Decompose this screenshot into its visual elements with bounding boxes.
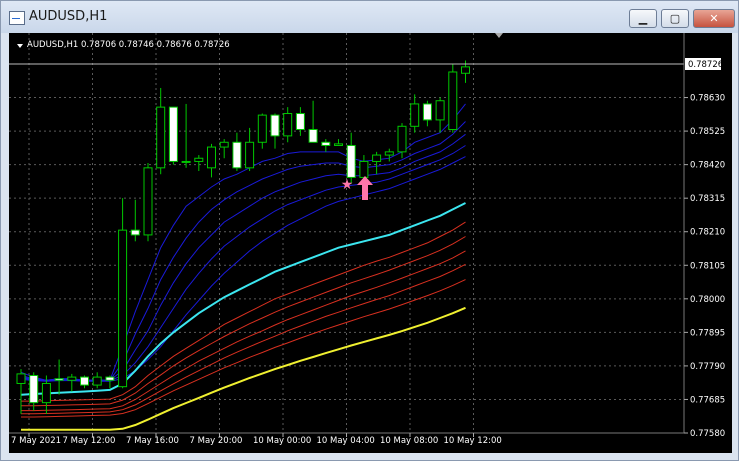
candle-bull — [283, 113, 293, 137]
candle-bull — [194, 157, 204, 162]
candle-bull — [410, 103, 420, 127]
candle-bear — [232, 141, 242, 169]
symbol-dropdown-icon[interactable] — [17, 44, 23, 48]
candle-bull — [384, 151, 394, 156]
candle-bull — [257, 114, 267, 143]
candle-bull — [118, 229, 128, 388]
symbol-info: AUDUSD,H1 0.78706 0.78746 0.78676 0.7872… — [27, 40, 230, 50]
signal-star-icon: ★ — [341, 177, 354, 193]
candle-bear — [54, 378, 64, 381]
time-tick-label: 10 May 12:00 — [444, 436, 502, 446]
ma-line-red — [21, 221, 466, 402]
candle-bear — [80, 376, 89, 386]
ma-line-red — [21, 279, 466, 418]
candle-bear — [422, 103, 432, 121]
chart-window: AUDUSD,H1 ▁ ▢ ✕ AUDUSD,H1 0.78706 0.7874… — [0, 0, 739, 461]
candle-bear — [29, 374, 39, 404]
chart-shift-marker[interactable] — [495, 33, 503, 38]
candle-bull — [245, 141, 255, 169]
price-tick-label: 0.77580 — [690, 429, 725, 439]
price-tick-label: 0.77895 — [690, 328, 725, 338]
candles — [16, 60, 470, 414]
candle-bear — [321, 141, 331, 146]
maximize-button[interactable]: ▢ — [661, 9, 689, 28]
chart-canvas[interactable]: AUDUSD,H1 0.78706 0.78746 0.78676 0.7872… — [9, 33, 732, 453]
candle-bear — [295, 113, 305, 130]
candle-bull — [448, 71, 458, 130]
candle-bull — [207, 146, 216, 169]
candle-bull — [334, 143, 343, 146]
candle-bull — [16, 373, 26, 384]
current-price-label: 0.78726 — [688, 60, 723, 70]
candle-bull — [359, 160, 369, 178]
candle-bear — [346, 144, 356, 178]
ma-line-blue — [20, 121, 466, 381]
chart-window-icon — [9, 11, 25, 25]
time-tick-label: 10 May 00:00 — [253, 436, 311, 446]
candle-bear — [308, 128, 318, 143]
candle-bull — [181, 160, 191, 163]
candle-bull — [92, 376, 102, 386]
time-tick-label: 10 May 08:00 — [380, 436, 438, 446]
candle-bear — [270, 114, 280, 137]
title-bar[interactable]: AUDUSD,H1 ▁ ▢ ✕ — [1, 1, 738, 33]
time-tick-label: 10 May 04:00 — [317, 436, 375, 446]
price-tick-label: 0.78105 — [690, 261, 725, 271]
time-tick-label: 7 May 16:00 — [126, 436, 179, 446]
candle-bull — [435, 100, 445, 121]
time-tick-label: 7 May 20:00 — [190, 436, 243, 446]
price-tick-label: 0.78420 — [690, 161, 725, 171]
price-tick-label: 0.78630 — [690, 94, 725, 104]
price-tick-label: 0.78315 — [690, 194, 725, 204]
price-tick-label: 0.77790 — [690, 362, 725, 372]
close-button[interactable]: ✕ — [693, 9, 735, 28]
window-title: AUDUSD,H1 — [29, 9, 108, 24]
candle-bull — [397, 125, 407, 153]
candle-bull — [156, 106, 166, 169]
candle-bull — [143, 167, 153, 236]
time-axis[interactable]: 7 May 2021 7 May 12:00 7 May 16:00 7 May 20… — [11, 433, 502, 446]
ma-line-blue — [20, 145, 466, 382]
candle-bear — [168, 106, 178, 162]
candle-bull — [67, 376, 77, 381]
ma-line-red — [21, 250, 466, 412]
candle-bear — [105, 376, 115, 381]
candle-bull — [219, 141, 229, 148]
candle-bull — [461, 66, 470, 74]
price-chart[interactable]: AUDUSD,H1 0.78706 0.78746 0.78676 0.7872… — [9, 33, 732, 453]
time-tick-label: 7 May 12:00 — [63, 436, 116, 446]
minimize-button[interactable]: ▁ — [629, 9, 657, 28]
time-tick-label: 7 May 2021 — [11, 436, 61, 446]
candle-bear — [130, 229, 140, 236]
price-tick-label: 0.78210 — [690, 228, 725, 238]
price-tick-label: 0.78000 — [690, 295, 725, 305]
ma-line-blue — [20, 156, 466, 382]
ma-line-yellow — [21, 306, 466, 431]
candle-bull — [41, 382, 51, 404]
price-tick-label: 0.77685 — [690, 395, 725, 405]
candle-bull — [372, 154, 382, 162]
price-axis[interactable]: 0.78630 0.78525 0.78420 0.78315 0.78210 0.781… — [684, 94, 725, 439]
grid-lines — [9, 33, 684, 434]
price-tick-label: 0.78525 — [690, 127, 725, 137]
